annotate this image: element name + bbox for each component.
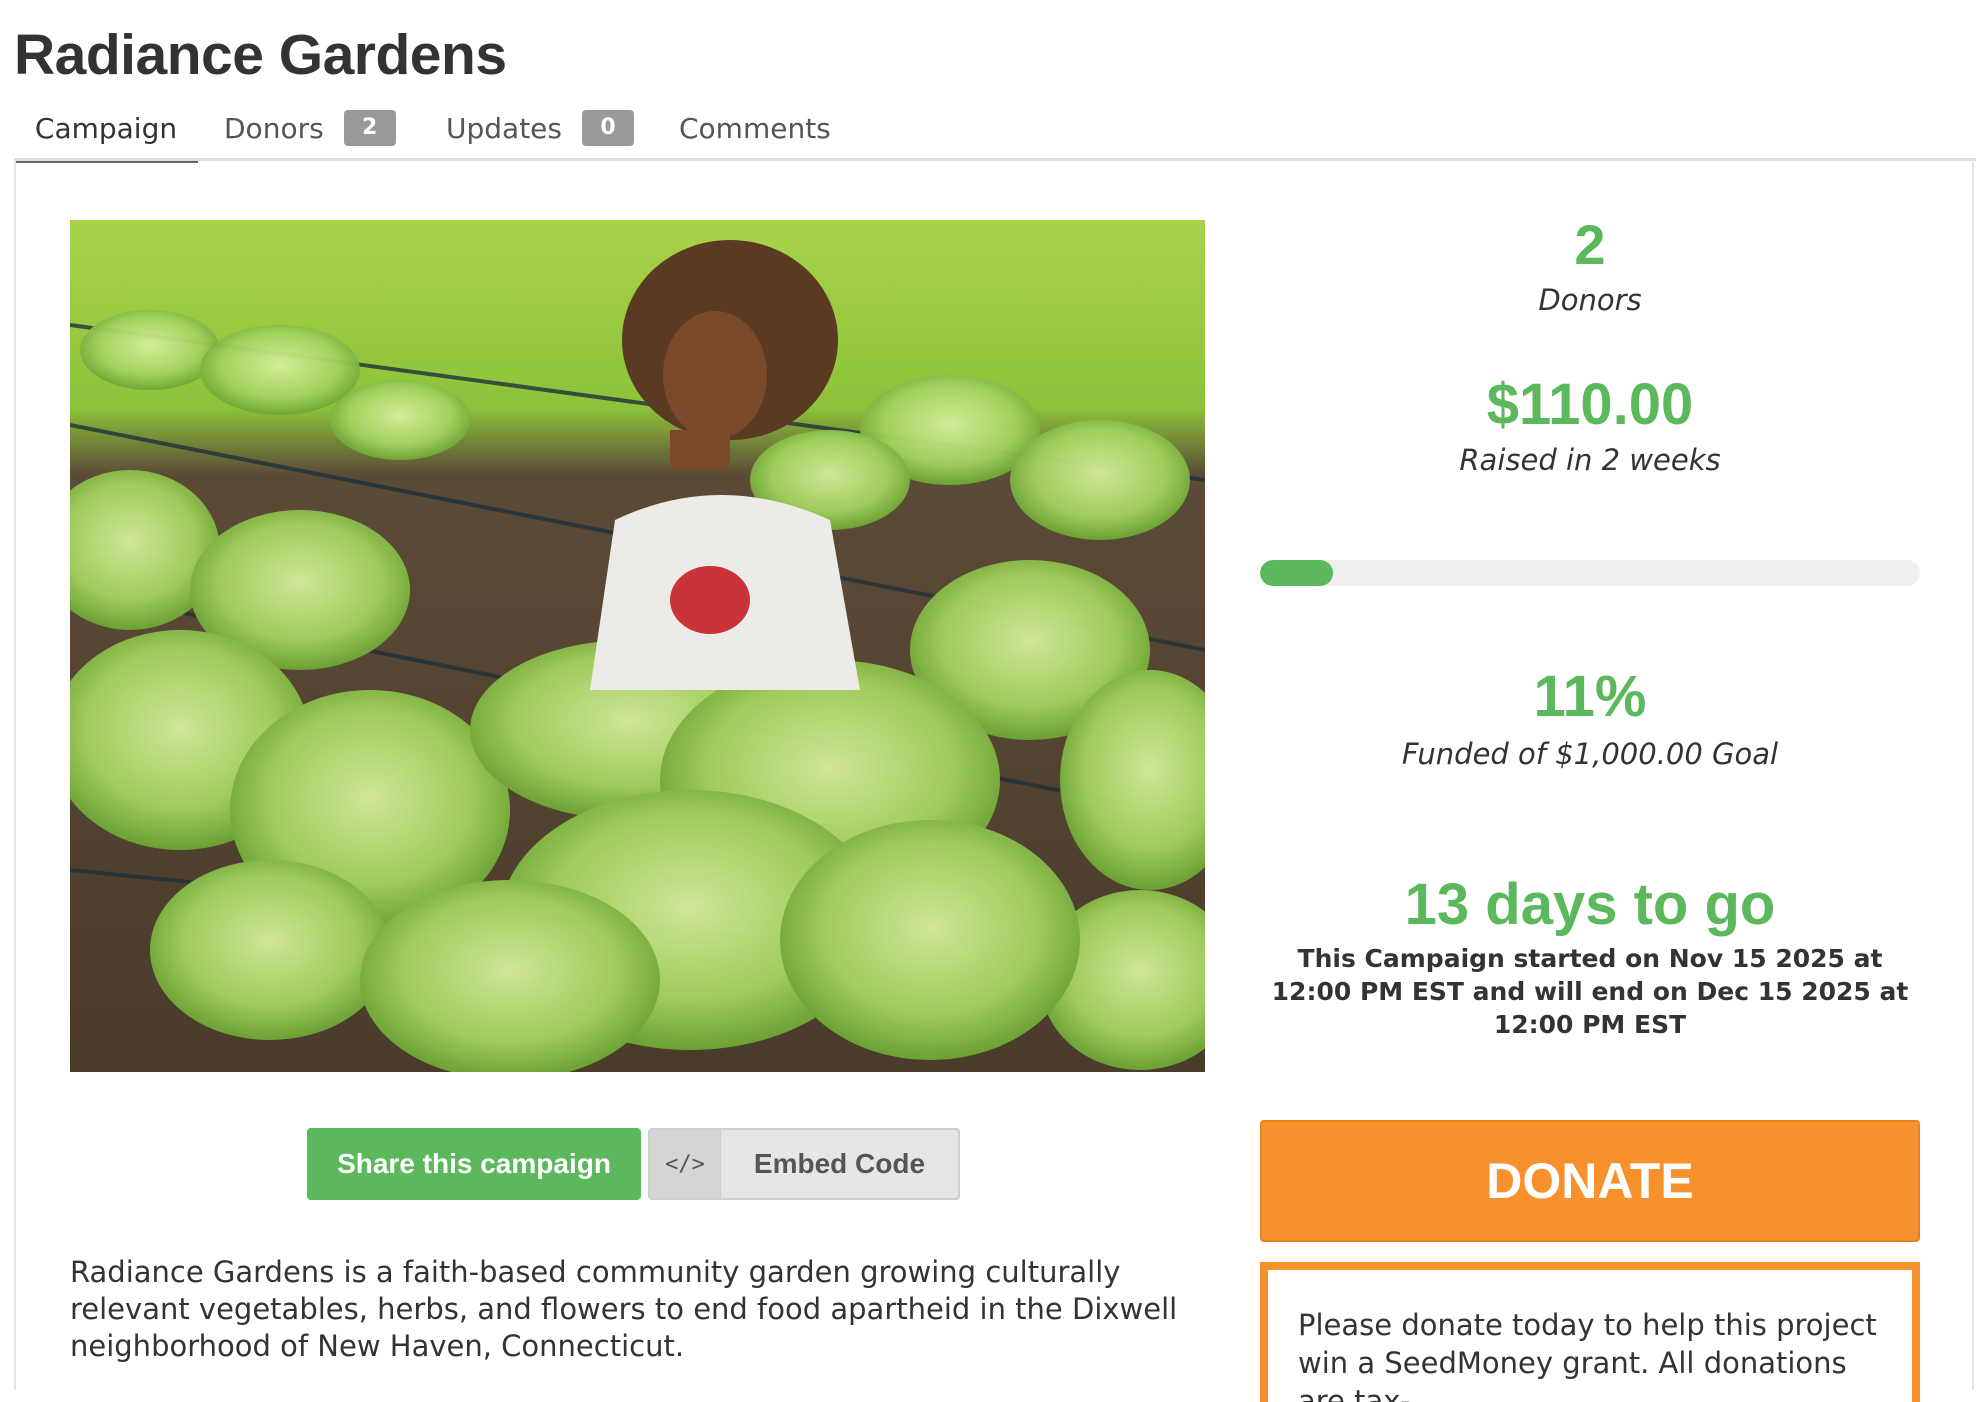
count-badge: 2	[343, 110, 396, 146]
raised-amount: $110.00	[1486, 372, 1694, 437]
code-icon: </>	[650, 1130, 721, 1198]
funding-stats: 11% Funded of $1,000.00 Goal 13 days to …	[1260, 660, 1920, 1041]
campaign-photo	[70, 220, 1205, 1072]
donate-notice: Please donate today to help this project…	[1260, 1262, 1920, 1402]
raised-label: Raised in 2 weeks	[1459, 443, 1721, 477]
tab-label: Comments	[679, 111, 831, 145]
page-title: Radiance Gardens	[14, 23, 507, 87]
tab-label: Updates	[446, 111, 562, 145]
tab-campaign[interactable]: Campaign	[14, 98, 198, 163]
campaign-tabs: Campaign Donors 2 Updates 0 Comments	[14, 98, 1974, 163]
funded-label: Funded of $1,000.00 Goal	[1401, 737, 1779, 771]
campaign-stats: 2 Donors $110.00 Raised in 2 weeks	[1260, 210, 1920, 480]
donors-count: 2	[1574, 213, 1606, 276]
tab-updates[interactable]: Updates 0	[446, 98, 634, 158]
campaign-photo-image	[70, 220, 1205, 1072]
donate-notice-text: Please donate today to help this project…	[1298, 1308, 1877, 1402]
donors-label: Donors	[1538, 283, 1642, 317]
tab-label: Donors	[224, 111, 324, 145]
tab-comments[interactable]: Comments	[679, 98, 831, 158]
embed-code-label: Embed Code	[753, 1148, 926, 1179]
donate-button[interactable]: DONATE	[1260, 1120, 1920, 1242]
campaign-description: Radiance Gardens is a faith-based commun…	[70, 1255, 1178, 1363]
count-badge: 0	[582, 110, 634, 146]
days-to-go: 13 days to go	[1404, 872, 1776, 937]
embed-code-button[interactable]: </> Embed Code	[648, 1128, 960, 1200]
funding-progress-fill	[1260, 560, 1333, 586]
funding-progress-bar	[1260, 560, 1920, 586]
campaign-schedule: This Campaign started on Nov 15 2025 at …	[1271, 944, 1909, 1039]
tab-label: Campaign	[34, 111, 178, 145]
tab-donors[interactable]: Donors 2	[224, 98, 396, 158]
share-campaign-button[interactable]: Share this campaign	[307, 1128, 641, 1200]
funded-percent: 11%	[1533, 664, 1647, 729]
